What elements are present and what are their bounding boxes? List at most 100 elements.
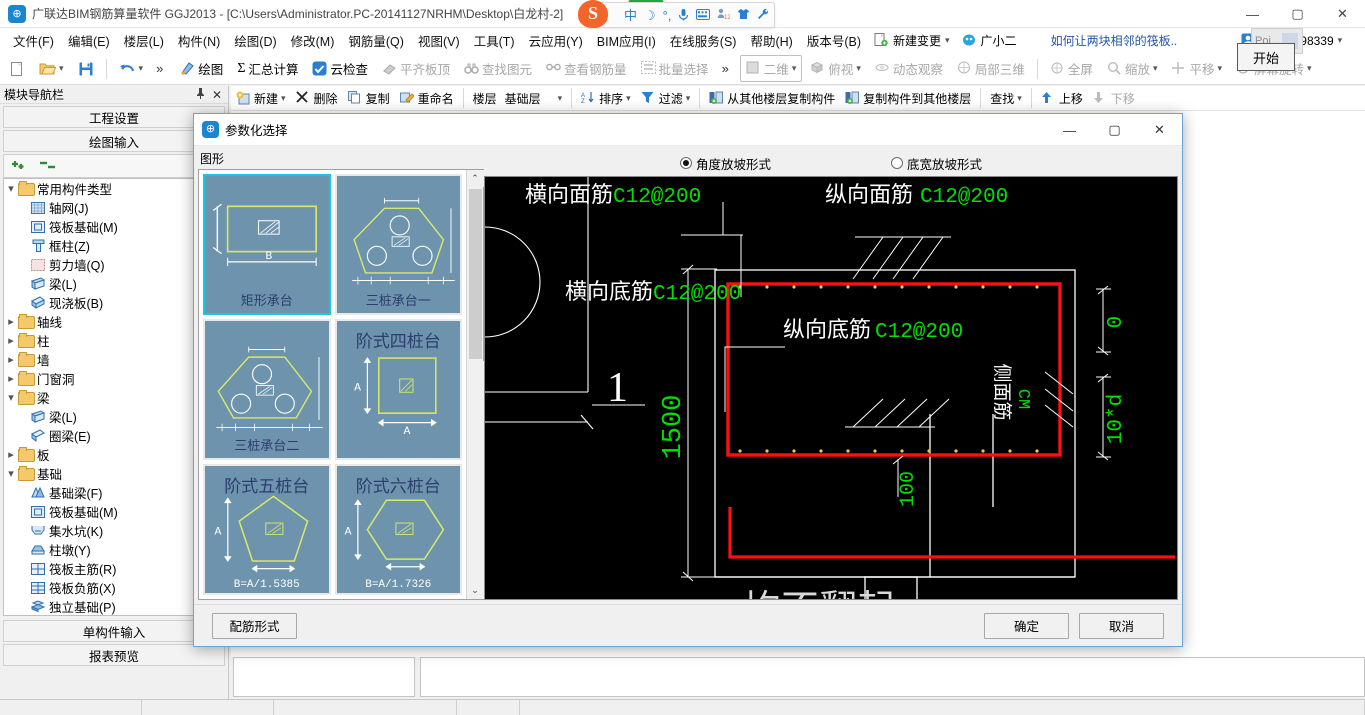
gallery-item-stepped-4[interactable]: A A 阶式四桩台 (334, 318, 462, 460)
close-button[interactable]: ✕ (1320, 0, 1365, 28)
top-view-chevron-down-icon[interactable]: ▾ (856, 63, 861, 74)
tree-node-轴网J[interactable]: 轴网(J) (4, 198, 224, 217)
menu-edit[interactable]: 编辑(E) (61, 28, 117, 53)
undo-chevron-down-icon[interactable]: ▾ (139, 63, 144, 74)
menu-file[interactable]: 文件(F) (6, 28, 61, 53)
collapse-all-icon[interactable] (40, 158, 58, 175)
summary-calc-button[interactable]: Σ 汇总计算 (231, 55, 304, 82)
chevron-down-icon[interactable] (4, 391, 18, 404)
tree-node-柱墩Y[interactable]: 柱墩(Y) (4, 540, 224, 559)
assistant-button[interactable]: 广小二 (956, 32, 1023, 49)
filter-button[interactable]: 过滤 ▾ (636, 87, 696, 110)
floor-select[interactable]: 基础层 ▾ (500, 87, 568, 110)
fullscreen-button[interactable]: 全屏 (1044, 55, 1099, 82)
dialog-minimize-button[interactable]: — (1047, 114, 1092, 146)
cancel-button[interactable]: 取消 (1079, 612, 1164, 639)
dialog-close-button[interactable]: ✕ (1137, 114, 1182, 146)
tree-node-筏板主筋R[interactable]: 筏板主筋(R) (4, 559, 224, 578)
base-width-slope-radio[interactable]: 底宽放坡形式 (891, 154, 982, 173)
ok-button[interactable]: 确定 (984, 612, 1069, 639)
gallery-scrollbar[interactable]: ⌃ ⌄ (466, 170, 484, 599)
menu-version[interactable]: 版本号(B) (800, 28, 868, 53)
pin-icon[interactable] (196, 87, 205, 102)
move-down-button[interactable]: 下移 (1088, 87, 1140, 110)
menu-draw[interactable]: 绘图(D) (227, 28, 283, 53)
zoom-chevron-down-icon[interactable]: ▾ (1153, 63, 1158, 74)
menu-cloud[interactable]: 云应用(Y) (522, 28, 590, 53)
menu-modify[interactable]: 修改(M) (284, 28, 342, 53)
find-element-button[interactable]: 查找图元 (458, 55, 538, 82)
two-d-button[interactable]: 二维 ▾ (739, 55, 803, 82)
chevron-down-icon[interactable] (4, 182, 18, 195)
new-component-button[interactable]: 新建 ▾ (231, 87, 291, 110)
tree-node-轴线[interactable]: 轴线 (4, 312, 224, 331)
find-chevron-down-icon[interactable]: ▾ (1017, 93, 1022, 104)
scrollbar-track[interactable] (466, 361, 484, 582)
tree-node-筏板基础M[interactable]: 筏板基础(M) (4, 502, 224, 521)
ime-punct-icon[interactable]: °, (663, 9, 672, 22)
chevron-right-icon[interactable] (4, 353, 18, 366)
tree-node-常用构件类型[interactable]: 常用构件类型 (4, 179, 224, 198)
batch-select-button[interactable]: 批量选择 (635, 55, 715, 82)
top-view-button[interactable]: 俯视 ▾ (804, 55, 867, 82)
menu-tools[interactable]: 工具(T) (467, 28, 522, 53)
save-icon[interactable] (72, 57, 100, 81)
cad-preview-canvas[interactable]: 1 1500 横向面筋 C12@200 纵向面筋 C12@200 横向底筋 C1… (484, 176, 1178, 600)
gallery-item-three-pile-1[interactable]: 三桩承台一 (334, 174, 462, 315)
rename-component-button[interactable]: 重命名 (395, 87, 459, 110)
report-preview-button[interactable]: 报表预览 (3, 644, 225, 666)
two-d-chevron-down-icon[interactable]: ▾ (792, 63, 797, 74)
gallery-item-stepped-6[interactable]: A 阶式六桩台 B=A/1.7326 (334, 463, 462, 595)
chevron-right-icon[interactable] (4, 334, 18, 347)
angle-slope-radio[interactable]: 角度放坡形式 (679, 154, 771, 173)
ime-users-icon[interactable]: 12 (717, 8, 732, 22)
tree-node-梁L[interactable]: 梁(L) (4, 274, 224, 293)
drawing-input-button[interactable]: 绘图输入 (3, 130, 225, 152)
chevron-right-icon[interactable] (4, 315, 18, 328)
floor-chevron-down-icon[interactable]: ▾ (558, 93, 563, 104)
menu-component[interactable]: 构件(N) (171, 28, 227, 53)
tree-node-现浇板B[interactable]: 现浇板(B) (4, 293, 224, 312)
menu-rebar[interactable]: 钢筋量(Q) (341, 28, 411, 53)
tree-node-基础[interactable]: 基础 (4, 464, 224, 483)
shape-gallery[interactable]: B 矩形承台 三桩承台一 三桩承台二 A A 阶式四桩台 A 阶式五桩台 B=A… (199, 170, 466, 599)
sort-button[interactable]: AZ 排序 ▾ (576, 87, 636, 110)
ime-keyboard-icon[interactable] (696, 8, 711, 22)
tree-node-梁[interactable]: 梁 (4, 388, 224, 407)
promo-link[interactable]: 如何让两块相邻的筏板.. (1023, 32, 1184, 49)
single-component-input-button[interactable]: 单构件输入 (3, 620, 225, 642)
ime-mic-icon[interactable] (678, 8, 689, 23)
maximize-button[interactable]: ▢ (1275, 0, 1320, 28)
open-chevron-down-icon[interactable]: ▾ (59, 63, 64, 74)
open-file-icon[interactable]: ▾ (33, 57, 70, 81)
tree-node-框柱Z[interactable]: 框柱(Z) (4, 236, 224, 255)
file-group-overflow[interactable]: » (151, 61, 168, 76)
gallery-item-three-pile-2[interactable]: 三桩承台二 (203, 318, 331, 460)
chevron-right-icon[interactable] (4, 448, 18, 461)
view-rebar-qty-button[interactable]: 查看钢筋量 (540, 55, 633, 82)
copy-component-button[interactable]: 复制 (343, 87, 395, 110)
copy-from-floor-button[interactable]: 从其他楼层复制构件 (704, 87, 840, 110)
menu-view[interactable]: 视图(V) (411, 28, 467, 53)
scroll-up-icon[interactable]: ⌃ (466, 170, 484, 187)
move-up-button[interactable]: 上移 (1036, 87, 1088, 110)
tree-node-基础梁F[interactable]: 基础梁(F) (4, 483, 224, 502)
rebar-form-button[interactable]: 配筋形式 (212, 612, 297, 639)
align-slab-top-button[interactable]: 平齐板顶 (376, 55, 456, 82)
ime-tools-icon[interactable] (757, 8, 770, 22)
gallery-item-rect-cap[interactable]: B 矩形承台 (203, 174, 331, 315)
tree-node-圈梁E[interactable]: 圈梁(E) (4, 426, 224, 445)
menu-help[interactable]: 帮助(H) (743, 28, 799, 53)
cloud-check-button[interactable]: 云检查 (306, 55, 374, 82)
menu-bim[interactable]: BIM应用(I) (590, 28, 663, 53)
ime-chinese-icon[interactable]: 中 (624, 9, 637, 22)
tree-node-柱[interactable]: 柱 (4, 331, 224, 350)
tree-node-筏板基础M[interactable]: 筏板基础(M) (4, 217, 224, 236)
ime-skin-icon[interactable] (737, 8, 750, 22)
actions-group-overflow[interactable]: » (717, 61, 734, 76)
expand-all-icon[interactable] (12, 158, 30, 175)
tree-node-独立基础P[interactable]: 独立基础(P) (4, 597, 224, 615)
copy-to-floor-button[interactable]: 复制构件到其他楼层 (840, 87, 976, 110)
tree-node-集水坑K[interactable]: 集水坑(K) (4, 521, 224, 540)
tree-node-墙[interactable]: 墙 (4, 350, 224, 369)
